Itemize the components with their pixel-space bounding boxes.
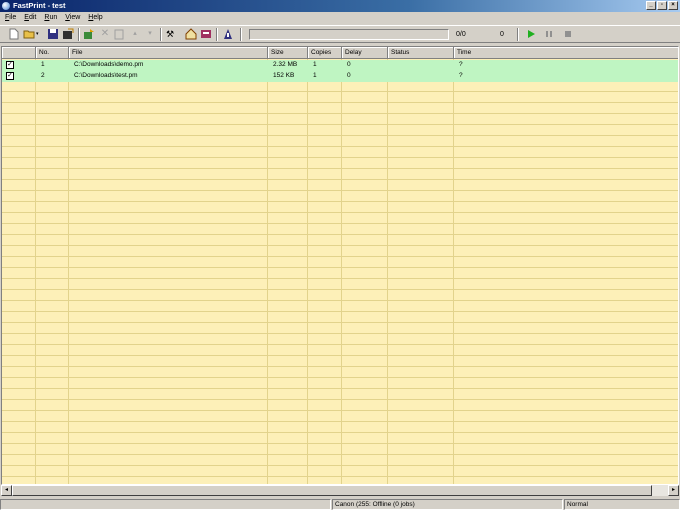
tools-icon[interactable]: ⚒ — [166, 28, 178, 40]
row-size: 152 KB — [273, 72, 295, 79]
column-header-time[interactable]: Time — [454, 47, 678, 59]
progress-bar — [249, 29, 449, 40]
close-icon[interactable]: × — [668, 1, 678, 10]
column-divider — [35, 59, 36, 484]
column-header-size[interactable]: Size — [268, 47, 308, 59]
scroll-right-icon[interactable]: ▸ — [668, 485, 679, 496]
pause-icon[interactable] — [543, 28, 555, 40]
printer-status-icon[interactable] — [222, 28, 234, 40]
row-time: ? — [459, 61, 463, 68]
column-header-delay[interactable]: Delay — [342, 47, 388, 59]
row-size: 2.32 MB — [273, 61, 298, 68]
row-number: 2 — [41, 72, 45, 79]
progress-count: 0/0 — [456, 31, 466, 38]
column-divider — [68, 59, 69, 484]
remove-icon[interactable]: ✕ — [99, 28, 111, 40]
clear-icon[interactable] — [113, 28, 125, 40]
column-header-status[interactable]: Status — [388, 47, 454, 59]
column-header-file[interactable]: File — [69, 47, 268, 59]
row-checkbox[interactable]: ✓ — [6, 61, 14, 69]
row-delay: 0 — [347, 72, 351, 79]
move-up-icon[interactable]: ▴ — [129, 28, 141, 40]
row-number: 1 — [41, 61, 45, 68]
open-folder-icon[interactable] — [23, 28, 35, 40]
table-row[interactable]: ✓ 2 C:\Downloads\test.pm 152 KB 1 0 ? — [2, 71, 678, 82]
save-icon[interactable] — [47, 28, 59, 40]
column-header-no[interactable]: No. — [36, 47, 69, 59]
status-panel-empty — [0, 499, 331, 510]
row-file: C:\Downloads\test.pm — [74, 72, 138, 79]
window-controls: _ ▫ × — [646, 1, 678, 10]
move-down-icon[interactable]: ▾ — [144, 28, 156, 40]
minimize-icon[interactable]: _ — [646, 1, 656, 10]
column-divider — [387, 59, 388, 484]
row-delay: 0 — [347, 61, 351, 68]
window-title: FastPrint - test — [13, 1, 66, 10]
status-printer: Canon (255: Offline (0 jobs) — [332, 499, 563, 510]
row-file: C:\Downloads\demo.pm — [74, 61, 144, 68]
print-job-list[interactable]: No. File Size Copies Delay Status Time ✓… — [1, 46, 679, 485]
menu-bar: File Edit Run View Help — [0, 12, 680, 24]
save-as-icon[interactable] — [62, 28, 74, 40]
counter: 0 — [500, 31, 504, 38]
book-icon[interactable] — [200, 28, 212, 40]
row-checkbox[interactable]: ✓ — [6, 72, 14, 80]
stop-icon[interactable] — [562, 28, 574, 40]
column-divider — [307, 59, 308, 484]
column-header-check[interactable] — [2, 47, 36, 59]
app-icon[interactable] — [2, 2, 10, 10]
toolbar-separator — [160, 28, 162, 41]
list-header: No. File Size Copies Delay Status Time — [2, 47, 678, 59]
menu-view[interactable]: View — [61, 12, 84, 24]
new-file-icon[interactable] — [8, 28, 20, 40]
home-icon[interactable] — [185, 28, 197, 40]
row-time: ? — [459, 72, 463, 79]
play-icon[interactable] — [525, 28, 537, 40]
column-divider — [341, 59, 342, 484]
status-mode: Normal — [564, 499, 680, 510]
row-copies: 1 — [313, 61, 317, 68]
title-bar: FastPrint - test _ ▫ × — [0, 0, 680, 12]
column-divider — [267, 59, 268, 484]
row-copies: 1 — [313, 72, 317, 79]
menu-file[interactable]: File — [1, 12, 20, 24]
toolbar: ▾ ✕ ▴ ▾ ⚒ 0/0 0 — [0, 25, 680, 43]
column-divider — [453, 59, 454, 484]
toolbar-separator — [517, 28, 519, 41]
table-row[interactable]: ✓ 1 C:\Downloads\demo.pm 2.32 MB 1 0 ? — [2, 60, 678, 71]
toolbar-separator — [78, 28, 80, 41]
restore-icon[interactable]: ▫ — [657, 1, 667, 10]
toolbar-separator — [240, 28, 242, 41]
toolbar-separator — [216, 28, 218, 41]
status-bar: Canon (255: Offline (0 jobs) Normal — [0, 498, 680, 510]
add-files-icon[interactable] — [83, 28, 95, 40]
row-status — [390, 60, 393, 71]
scroll-left-icon[interactable]: ◂ — [1, 485, 12, 496]
menu-run[interactable]: Run — [40, 12, 61, 24]
menu-help[interactable]: Help — [84, 12, 106, 24]
horizontal-scrollbar[interactable]: ◂ ▸ — [1, 485, 679, 496]
open-dropdown-icon[interactable]: ▾ — [36, 28, 42, 40]
scroll-thumb[interactable] — [12, 485, 652, 496]
list-body — [2, 59, 678, 484]
menu-edit[interactable]: Edit — [20, 12, 40, 24]
row-status — [390, 71, 393, 82]
column-header-copies[interactable]: Copies — [308, 47, 342, 59]
